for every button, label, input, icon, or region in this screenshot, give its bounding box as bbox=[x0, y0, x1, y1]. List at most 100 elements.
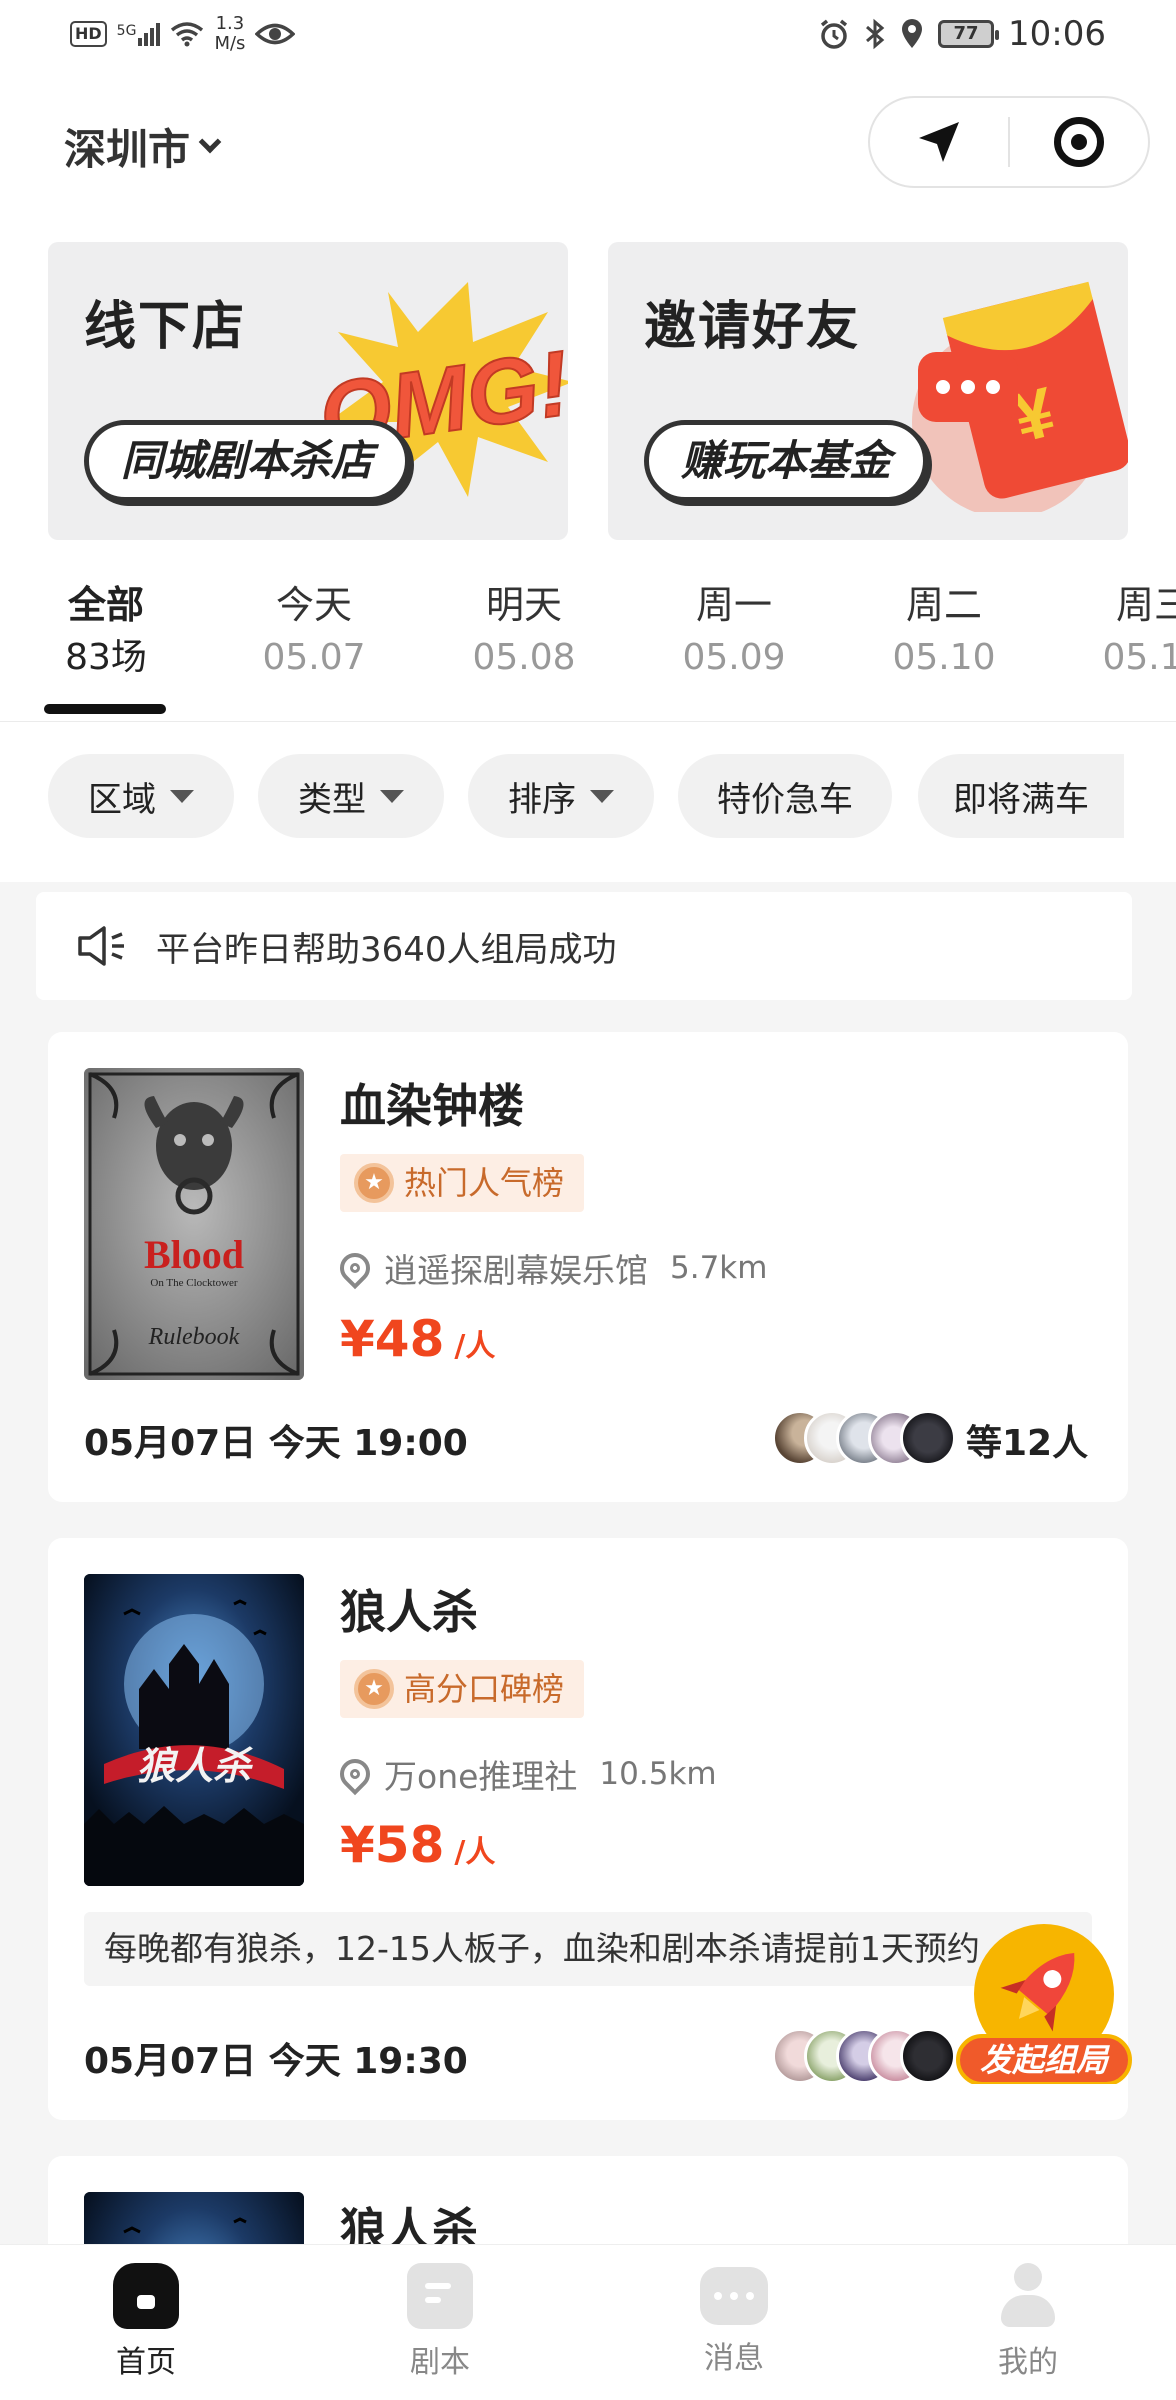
network-speed: 1.3 M/s bbox=[214, 14, 245, 54]
tab-label: 周三 bbox=[1115, 583, 1176, 627]
nav-label: 首页 bbox=[116, 2345, 176, 2380]
bottom-nav: 首页 剧本 消息 我的 bbox=[0, 2244, 1176, 2400]
date-tabs: 全部 83场 今天 05.07 明天 05.08 周一 05.09 周二 05.… bbox=[0, 577, 1176, 717]
cover-title: Blood bbox=[144, 1232, 244, 1277]
filter-label: 即将满车 bbox=[953, 779, 1089, 820]
medal-icon bbox=[354, 1669, 394, 1709]
filter-label: 类型 bbox=[298, 779, 366, 820]
tab-sub: 83场 bbox=[65, 637, 147, 678]
ranking-badge: 高分口碑榜 bbox=[340, 1660, 585, 1718]
tab-wednesday[interactable]: 周三 05.11 bbox=[1084, 577, 1176, 683]
badge-label: 热门人气榜 bbox=[404, 1164, 565, 1202]
rocket-icon: 发起组局 bbox=[956, 1924, 1132, 2086]
tab-sub: 05.11 bbox=[1102, 637, 1176, 678]
script-icon bbox=[407, 2263, 473, 2329]
medal-icon bbox=[354, 1163, 394, 1203]
nav-label: 消息 bbox=[704, 2341, 764, 2376]
dropdown-triangle-icon bbox=[380, 789, 404, 803]
filter-label: 特价急车 bbox=[717, 779, 853, 820]
location-button[interactable] bbox=[870, 98, 1008, 186]
tab-label: 全部 bbox=[67, 583, 144, 627]
fab-label: 发起组局 bbox=[980, 2041, 1110, 2079]
venue-distance: 5.7km bbox=[670, 1250, 768, 1286]
signal-icon: 5G bbox=[116, 22, 161, 46]
price-amount: ¥58 bbox=[340, 1816, 445, 1874]
banner-invite-friends[interactable]: ¥ 邀请好友 赚玩本基金 bbox=[608, 242, 1128, 540]
gps-icon bbox=[902, 19, 923, 48]
nav-profile[interactable]: 我的 bbox=[938, 2263, 1118, 2381]
dropdown-triangle-icon bbox=[590, 789, 614, 803]
tab-monday[interactable]: 周一 05.09 bbox=[664, 577, 804, 683]
venue-distance: 10.5km bbox=[599, 1756, 717, 1792]
banner-offline-store[interactable]: OMG! 线下店 同城剧本杀店 bbox=[48, 242, 568, 540]
cover-footer: Rulebook bbox=[148, 1324, 240, 1350]
price-amount: ¥48 bbox=[340, 1310, 445, 1368]
alarm-icon bbox=[820, 19, 848, 49]
dropdown-triangle-icon bbox=[170, 789, 194, 803]
badge-label: 高分口碑榜 bbox=[404, 1670, 565, 1708]
tab-label: 今天 bbox=[275, 583, 352, 627]
tab-sub: 05.07 bbox=[262, 637, 366, 678]
avatar bbox=[900, 1410, 956, 1466]
event-cover: 狼人杀 bbox=[84, 1574, 304, 1886]
status-left: HD 5G 1.3 M/s bbox=[70, 14, 296, 54]
event-cover: Blood On The Clocktower Rulebook bbox=[84, 1068, 304, 1380]
tab-tuesday[interactable]: 周二 05.10 bbox=[874, 577, 1014, 683]
profile-icon bbox=[995, 2263, 1061, 2329]
nav-home[interactable]: 首页 bbox=[56, 2263, 236, 2381]
filter-sort[interactable]: 排序 bbox=[468, 754, 654, 838]
banner-pill: 赚玩本基金 bbox=[644, 420, 929, 502]
tab-label: 明天 bbox=[485, 583, 562, 627]
page: HD 5G 1.3 M/s 77 10:06 深圳市 OMG! 线下店 同城剧本… bbox=[0, 0, 1176, 2400]
tab-sub: 05.08 bbox=[472, 637, 576, 678]
tab-today[interactable]: 今天 05.07 bbox=[244, 577, 384, 683]
tab-tomorrow[interactable]: 明天 05.08 bbox=[454, 577, 594, 683]
speed-value: 1.3 bbox=[215, 13, 245, 34]
tab-all[interactable]: 全部 83场 bbox=[36, 577, 176, 683]
filter-label: 区域 bbox=[88, 779, 156, 820]
event-title: 狼人杀 bbox=[340, 1585, 478, 1639]
target-button[interactable] bbox=[1010, 98, 1148, 186]
eye-icon bbox=[255, 23, 296, 45]
speed-unit: M/s bbox=[214, 33, 246, 54]
price-unit: /人 bbox=[454, 1329, 496, 1364]
filter-almost-full[interactable]: 即将满车 bbox=[918, 754, 1124, 838]
cover-subtitle: On The Clocktower bbox=[150, 1277, 238, 1289]
status-bar: HD 5G 1.3 M/s 77 10:06 bbox=[0, 0, 1176, 72]
event-title: 血染钟楼 bbox=[340, 1079, 524, 1133]
nav-label: 剧本 bbox=[410, 2345, 470, 2380]
ranking-badge: 热门人气榜 bbox=[340, 1154, 585, 1212]
filter-area[interactable]: 区域 bbox=[48, 754, 234, 838]
tab-label: 周一 bbox=[695, 583, 772, 627]
pin-icon bbox=[333, 1246, 377, 1290]
city-selector[interactable]: 深圳市 bbox=[64, 116, 222, 177]
tab-indicator bbox=[44, 704, 166, 714]
target-icon bbox=[1053, 117, 1104, 167]
event-card[interactable]: Blood On The Clocktower Rulebook 血染钟楼 热门… bbox=[48, 1032, 1128, 1502]
battery-indicator: 77 bbox=[938, 20, 1000, 48]
banner-title: 线下店 bbox=[84, 297, 247, 357]
event-price: ¥58/人 bbox=[340, 1816, 495, 1874]
signal-label: 5G bbox=[116, 22, 137, 39]
nav-scripts[interactable]: 剧本 bbox=[350, 2263, 530, 2381]
clock: 10:06 bbox=[1008, 14, 1106, 54]
venue-location: 万one推理社 10.5km bbox=[333, 1750, 717, 1798]
nav-messages[interactable]: 消息 bbox=[644, 2263, 824, 2377]
home-icon bbox=[113, 2263, 179, 2329]
bluetooth-icon bbox=[866, 18, 885, 50]
event-time: 05月07日 今天 19:00 bbox=[84, 1423, 468, 1464]
venue-name: 万one推理社 bbox=[384, 1757, 578, 1796]
filter-special-deal[interactable]: 特价急车 bbox=[678, 754, 892, 838]
tab-label: 周二 bbox=[905, 583, 982, 627]
avatar bbox=[900, 2028, 956, 2084]
start-group-button[interactable]: 发起组局 bbox=[954, 1924, 1134, 2086]
header: 深圳市 OMG! 线下店 同城剧本杀店 ¥ 邀请好友 赚玩本基金 全部 83场 … bbox=[0, 72, 1176, 723]
filter-type[interactable]: 类型 bbox=[258, 754, 444, 838]
city-label: 深圳市 bbox=[64, 125, 191, 174]
cover-title: 狼人杀 bbox=[137, 1743, 253, 1788]
participant-avatars bbox=[772, 1410, 956, 1466]
speaker-icon bbox=[78, 926, 124, 966]
location-arrow-icon bbox=[919, 122, 959, 162]
venue-location: 逍遥探剧幕娱乐馆 5.7km bbox=[333, 1244, 768, 1292]
tab-sub: 05.09 bbox=[682, 637, 786, 678]
